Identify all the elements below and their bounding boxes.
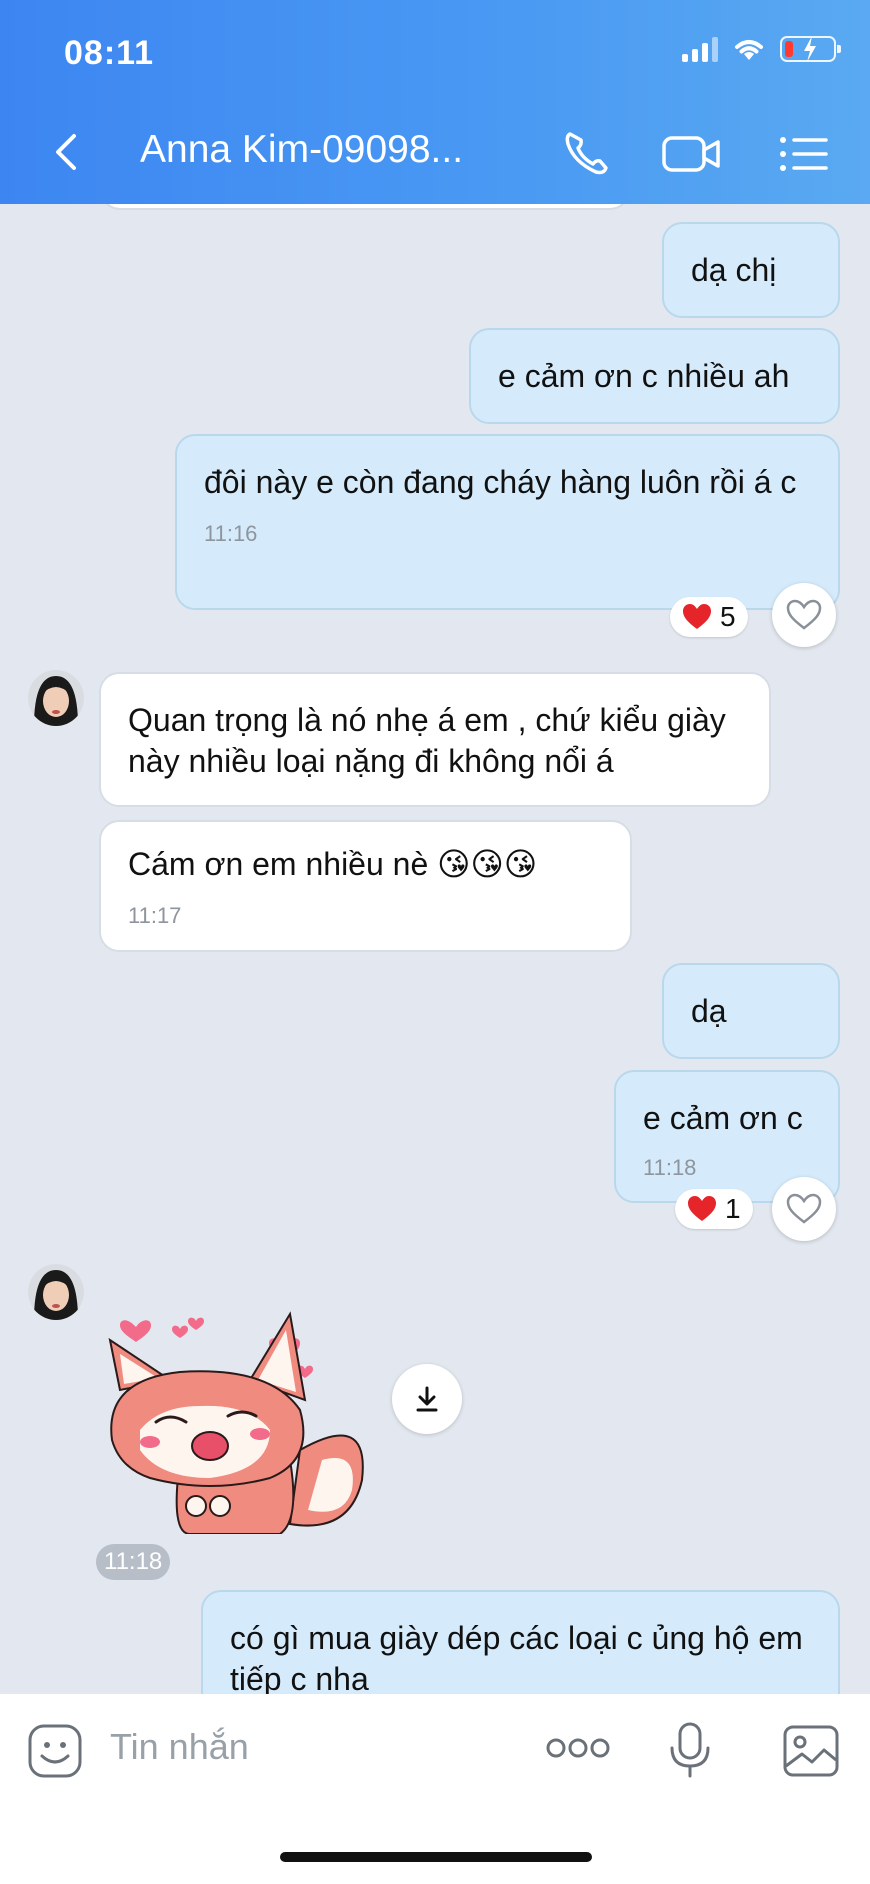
home-indicator[interactable] <box>280 1852 592 1862</box>
heart-outline-icon <box>786 599 822 630</box>
avatar-image <box>28 670 84 726</box>
message-incoming[interactable]: Quan trọng là nó nhẹ á em , chứ kiểu già… <box>99 672 771 807</box>
status-icons <box>682 36 841 62</box>
message-outgoing[interactable]: dạ <box>662 963 840 1059</box>
message-text: dạ <box>691 993 727 1029</box>
download-icon <box>416 1386 438 1412</box>
message-outgoing[interactable]: e cảm ơn c nhiều ah <box>469 328 840 424</box>
message-outgoing[interactable]: đôi này e còn đang cháy hàng luôn rồi á … <box>175 434 840 610</box>
message-time: 11:17 <box>128 903 182 928</box>
message-outgoing[interactable]: dạ chị <box>662 222 840 318</box>
heart-icon <box>688 1196 716 1221</box>
react-button[interactable] <box>772 1177 836 1241</box>
reaction-badge[interactable]: 1 <box>675 1189 753 1229</box>
message-time: 11:18 <box>96 1544 171 1580</box>
phone-call-button[interactable] <box>556 126 616 182</box>
contact-name[interactable]: Anna Kim-09098... <box>140 128 510 172</box>
message-text: Quan trọng là nó nhẹ á em , chứ kiểu già… <box>128 702 726 779</box>
avatar-image <box>28 1264 84 1320</box>
message-text: e cảm ơn c <box>643 1100 803 1136</box>
status-time: 08:11 <box>64 34 155 72</box>
back-button[interactable] <box>40 124 96 180</box>
microphone-button[interactable] <box>668 1720 712 1780</box>
message-text: dạ chị <box>691 252 777 288</box>
chat-header: 08:11 Anna Kim-09098... <box>0 0 870 204</box>
more-options-button[interactable] <box>546 1736 610 1760</box>
wifi-icon <box>735 40 763 60</box>
message-text: Cám ơn em nhiều nè 😘😘😘 <box>128 846 538 882</box>
gallery-image-button[interactable] <box>782 1724 840 1778</box>
menu-list-button[interactable] <box>774 126 834 182</box>
contact-avatar[interactable] <box>28 670 84 726</box>
fox-kiss-sticker[interactable] <box>100 1310 370 1534</box>
message-text: có gì mua giày dép các loại c ủng hộ em … <box>230 1620 803 1697</box>
reaction-count: 1 <box>725 1193 741 1224</box>
message-text: e cảm ơn c nhiều ah <box>498 358 790 394</box>
message-text: đôi này e còn đang cháy hàng luôn rồi á … <box>204 464 797 500</box>
message-input[interactable]: Tin nhắn <box>110 1726 249 1768</box>
reaction-count: 5 <box>720 601 736 632</box>
signal-icon <box>682 36 718 62</box>
message-incoming[interactable]: Cám ơn em nhiều nè 😘😘😘 11:17 <box>99 820 632 952</box>
react-button[interactable] <box>772 583 836 647</box>
emoji-sticker-button[interactable] <box>26 1722 84 1780</box>
reaction-badge[interactable]: 5 <box>670 597 748 637</box>
heart-icon <box>120 1320 151 1342</box>
message-time: 11:16 <box>204 521 258 546</box>
contact-avatar[interactable] <box>28 1264 84 1320</box>
battery-icon <box>780 36 841 62</box>
video-call-button[interactable] <box>660 126 724 182</box>
heart-icon <box>683 604 711 629</box>
download-sticker-button[interactable] <box>392 1364 462 1434</box>
heart-outline-icon <box>786 1193 822 1224</box>
